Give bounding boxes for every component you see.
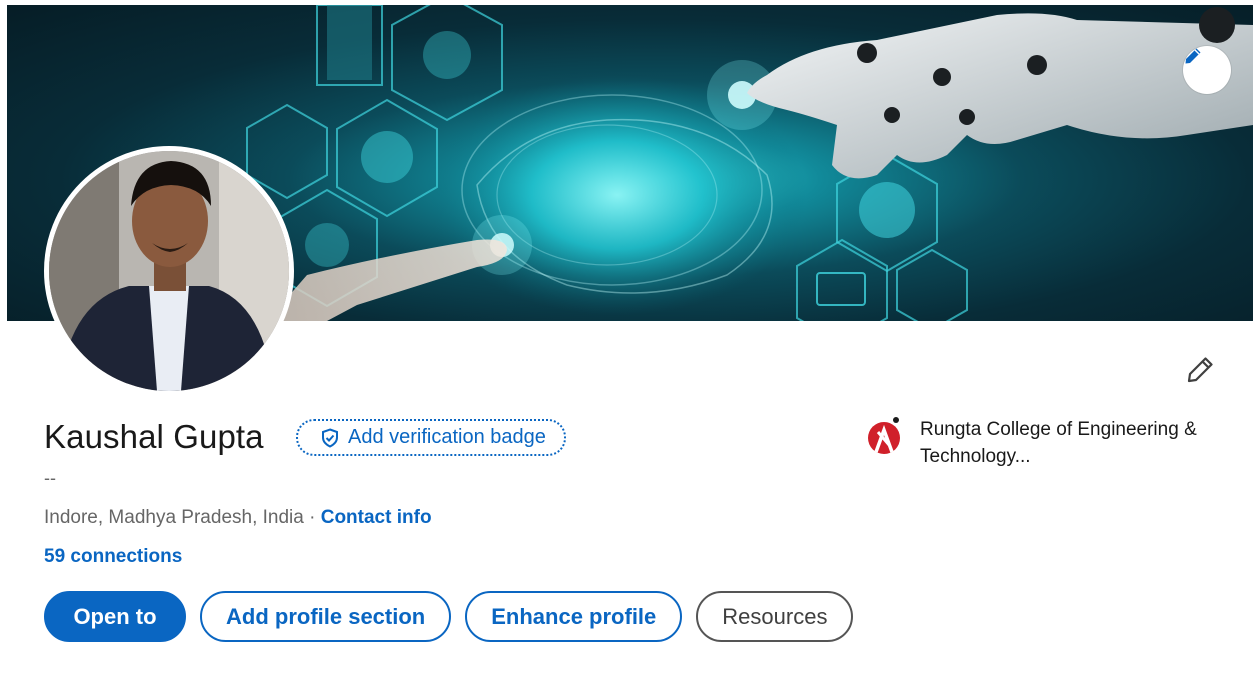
edit-intro-button[interactable] (1180, 350, 1220, 390)
contact-info-link[interactable]: Contact info (321, 507, 432, 528)
edit-banner-button[interactable] (1183, 46, 1231, 94)
connections-link[interactable]: 59 connections (44, 546, 182, 568)
resources-button[interactable]: Resources (696, 591, 854, 642)
open-to-button[interactable]: Open to (44, 591, 186, 642)
school-name: Rungta College of Engineering & Technolo… (920, 419, 1197, 467)
verification-label: Add verification badge (348, 426, 546, 448)
profile-headline: -- (44, 468, 56, 488)
education-entry[interactable]: Rungta College of Engineering & Technolo… (864, 416, 1220, 470)
enhance-profile-button[interactable]: Enhance profile (465, 591, 683, 642)
profile-photo[interactable] (44, 146, 294, 396)
add-profile-section-button[interactable]: Add profile section (200, 591, 452, 642)
profile-name: Kaushal Gupta (44, 418, 264, 455)
pencil-icon (1187, 357, 1213, 383)
separator-dot: · (303, 507, 321, 528)
profile-top-card: Kaushal Gupta Add verification badge -- … (0, 0, 1253, 696)
rungta-logo-icon (868, 417, 900, 454)
shield-check-icon (322, 427, 338, 448)
avatar-image (49, 151, 289, 391)
location-text: Indore, Madhya Pradesh, India (44, 507, 304, 528)
pencil-icon (1185, 48, 1201, 64)
profile-actions: Open to Add profile section Enhance prof… (44, 591, 854, 642)
location-line: Indore, Madhya Pradesh, India · Contact … (44, 507, 432, 529)
add-verification-badge-button[interactable]: Add verification badge (296, 419, 566, 456)
